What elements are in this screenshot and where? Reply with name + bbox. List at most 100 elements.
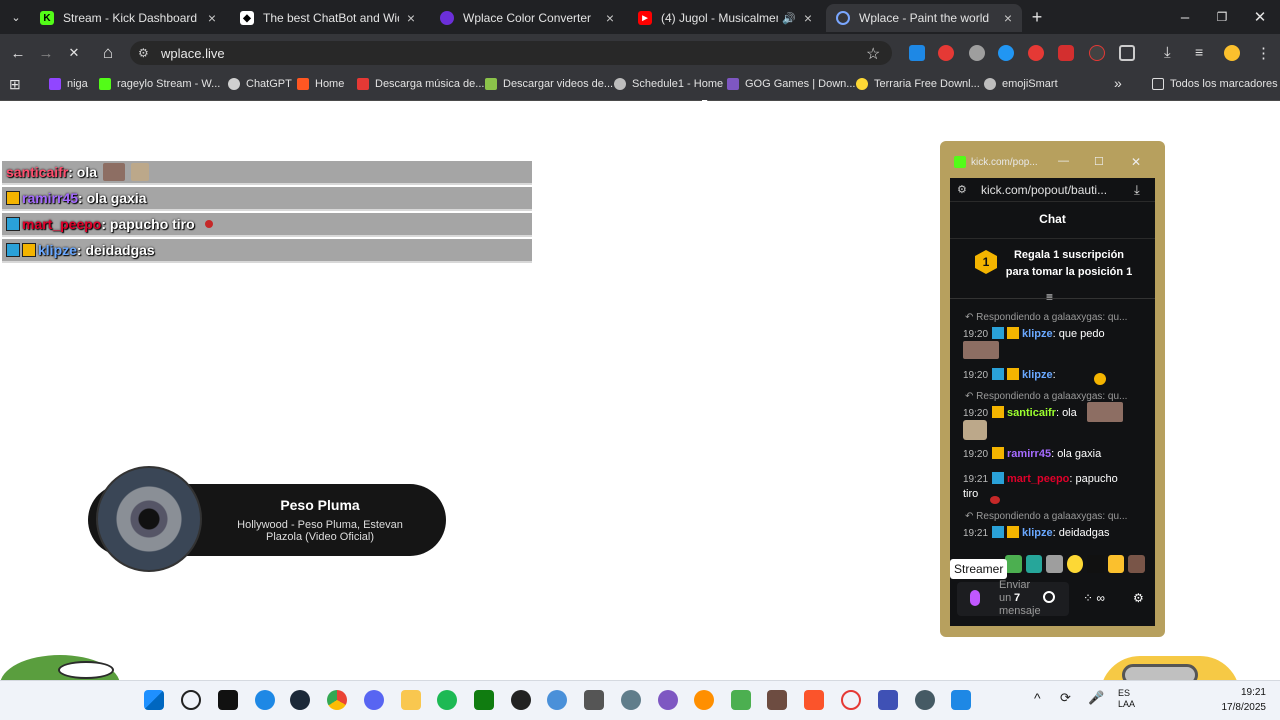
app-icon[interactable] — [951, 690, 971, 710]
search-icon[interactable] — [181, 690, 201, 710]
close-icon[interactable]: × — [407, 10, 415, 26]
bookmark-item[interactable]: ChatGPT — [228, 77, 292, 91]
minecraft-icon[interactable] — [767, 690, 787, 710]
url-text[interactable]: wplace.live — [161, 46, 225, 61]
close-icon[interactable]: × — [208, 10, 216, 26]
file-explorer-icon[interactable] — [401, 690, 421, 710]
tab-wplace-color-converter[interactable]: Wplace Color Converter × — [430, 4, 624, 32]
message-username[interactable]: klipze — [1022, 527, 1053, 539]
media-list-icon[interactable]: ≡ — [1195, 44, 1203, 60]
bookmark-item[interactable]: rageylo Stream - W... — [99, 77, 220, 91]
extension-blue-icon[interactable] — [998, 45, 1014, 61]
emote-icon[interactable] — [1005, 555, 1022, 573]
extension-hand-icon[interactable] — [1058, 45, 1074, 61]
microphone-tray-icon[interactable]: 🎤 — [1088, 690, 1104, 706]
bookmark-star-icon[interactable]: ☆ — [866, 44, 880, 64]
bookmark-item[interactable]: Descargar videos de... — [485, 77, 613, 91]
chat-settings-icon[interactable]: ⚙ — [1133, 591, 1144, 605]
bookmark-item[interactable]: GOG Games | Down... — [727, 77, 855, 91]
opera-icon[interactable] — [841, 690, 861, 710]
extension-badge-icon[interactable] — [1089, 45, 1105, 61]
new-tab-plus-icon[interactable]: + — [1027, 7, 1047, 27]
popout-minimize-icon[interactable]: — — [1058, 155, 1069, 167]
spotify-icon[interactable] — [437, 690, 457, 710]
close-icon[interactable]: × — [606, 10, 614, 26]
extension-grey-icon[interactable] — [969, 45, 985, 61]
emoji-picker-icon[interactable] — [1043, 591, 1055, 603]
app-icon[interactable] — [915, 690, 935, 710]
emote-icon[interactable] — [1128, 555, 1146, 573]
tab-wplace-paint[interactable]: Wplace - Paint the world × — [826, 4, 1022, 32]
qbittorrent-icon[interactable] — [547, 690, 567, 710]
tab-youtube-jugol[interactable]: ▶ (4) Jugol - Musicalmente Fu 🔊 × — [628, 4, 822, 32]
profile-avatar[interactable] — [1224, 45, 1240, 61]
site-info-icon[interactable]: ⚙ — [138, 46, 149, 60]
xbox-icon[interactable] — [474, 690, 494, 710]
extension-7tv-icon[interactable] — [909, 45, 925, 61]
site-settings-icon[interactable]: ⚙ — [957, 183, 967, 196]
minimize-icon[interactable]: – — [1175, 7, 1195, 27]
chrome-icon[interactable] — [327, 690, 347, 710]
maximize-icon[interactable]: ❐ — [1212, 7, 1232, 27]
bookmark-item[interactable]: niga — [49, 77, 88, 91]
message-username[interactable]: klipze — [1022, 369, 1053, 381]
emote-icon[interactable] — [1087, 555, 1104, 573]
extensions-puzzle-icon[interactable] — [1119, 45, 1135, 61]
tab-chatbot-widgets[interactable]: ◆ The best ChatBot and Widgets × — [230, 4, 425, 32]
extension-icons[interactable]: ⁘ ∞ — [1083, 591, 1105, 605]
popout-close-icon[interactable]: ✕ — [1131, 155, 1141, 169]
emote-icon[interactable] — [1107, 555, 1125, 573]
tray-icon[interactable]: ⟳ — [1060, 690, 1071, 706]
home-icon[interactable]: ⌂ — [98, 43, 118, 63]
extension-red-icon[interactable] — [938, 45, 954, 61]
popout-url[interactable]: kick.com/popout/bauti... — [981, 183, 1107, 197]
bookmarks-overflow-icon[interactable]: » — [1114, 75, 1122, 91]
bookmark-item[interactable]: Terraria Free Downl... — [856, 77, 980, 91]
all-bookmarks-folder[interactable]: Todos los marcadores — [1152, 77, 1278, 91]
app-icon[interactable] — [658, 690, 678, 710]
tab-search-chevron-icon[interactable]: ⌄ — [6, 7, 26, 27]
microphone-icon[interactable] — [970, 590, 980, 606]
gamepad-icon[interactable] — [878, 690, 898, 710]
window-close-icon[interactable]: ✕ — [1250, 7, 1270, 27]
clock-time[interactable]: 19:21 — [1226, 687, 1266, 698]
app-icon[interactable] — [511, 690, 531, 710]
bookmark-item[interactable]: Home — [297, 77, 344, 91]
message-username[interactable]: ramirr45 — [1007, 448, 1051, 460]
settings-gear-icon[interactable] — [621, 690, 641, 710]
pinned-expand-icon[interactable]: ≡ — [1046, 290, 1053, 304]
stop-reload-icon[interactable]: ✕ — [64, 43, 84, 63]
download-icon[interactable]: ⤓ — [1164, 44, 1171, 61]
popout-maximize-icon[interactable]: ☐ — [1094, 155, 1104, 168]
emote-icon[interactable] — [1046, 555, 1063, 573]
app-icon[interactable] — [731, 690, 751, 710]
message-username[interactable]: santicaifr — [1007, 407, 1056, 419]
gift-sub-banner[interactable]: Regala 1 suscripción para tomar la posic… — [1005, 247, 1133, 281]
7tv-icon[interactable]: 7 — [1014, 592, 1020, 604]
extension-block-icon[interactable] — [1028, 45, 1044, 61]
speaker-icon[interactable]: 🔊 — [782, 12, 796, 25]
discord-icon[interactable] — [364, 690, 384, 710]
tray-chevron-icon[interactable]: ^ — [1034, 690, 1041, 706]
unity-icon[interactable] — [584, 690, 604, 710]
message-username[interactable]: mart_peepo — [1007, 473, 1069, 485]
address-bar[interactable] — [130, 41, 892, 65]
emote-icon[interactable] — [1066, 555, 1084, 573]
apps-grid-icon[interactable]: ⊞ — [9, 76, 21, 93]
back-icon[interactable]: ← — [8, 43, 28, 63]
clock-date[interactable]: 17/8/2025 — [1212, 702, 1267, 713]
close-icon[interactable]: × — [804, 10, 812, 26]
close-icon[interactable]: × — [1004, 10, 1012, 26]
fl-studio-icon[interactable] — [694, 690, 714, 710]
tab-kick-dashboard[interactable]: K Stream - Kick Dashboard × — [30, 4, 226, 32]
edge-icon[interactable] — [255, 690, 275, 710]
bookmark-item[interactable]: Descarga música de... — [357, 77, 484, 91]
forward-icon[interactable]: → — [36, 43, 56, 63]
popout-download-icon[interactable]: ⤓ — [1134, 182, 1140, 198]
emote-icon[interactable] — [1025, 555, 1043, 573]
windows-start-icon[interactable] — [144, 690, 164, 710]
bookmark-item[interactable]: emojiSmart — [984, 77, 1058, 91]
steam-icon[interactable] — [290, 690, 310, 710]
message-username[interactable]: klipze — [1022, 328, 1053, 340]
language-indicator[interactable]: ES LAA — [1118, 688, 1135, 710]
